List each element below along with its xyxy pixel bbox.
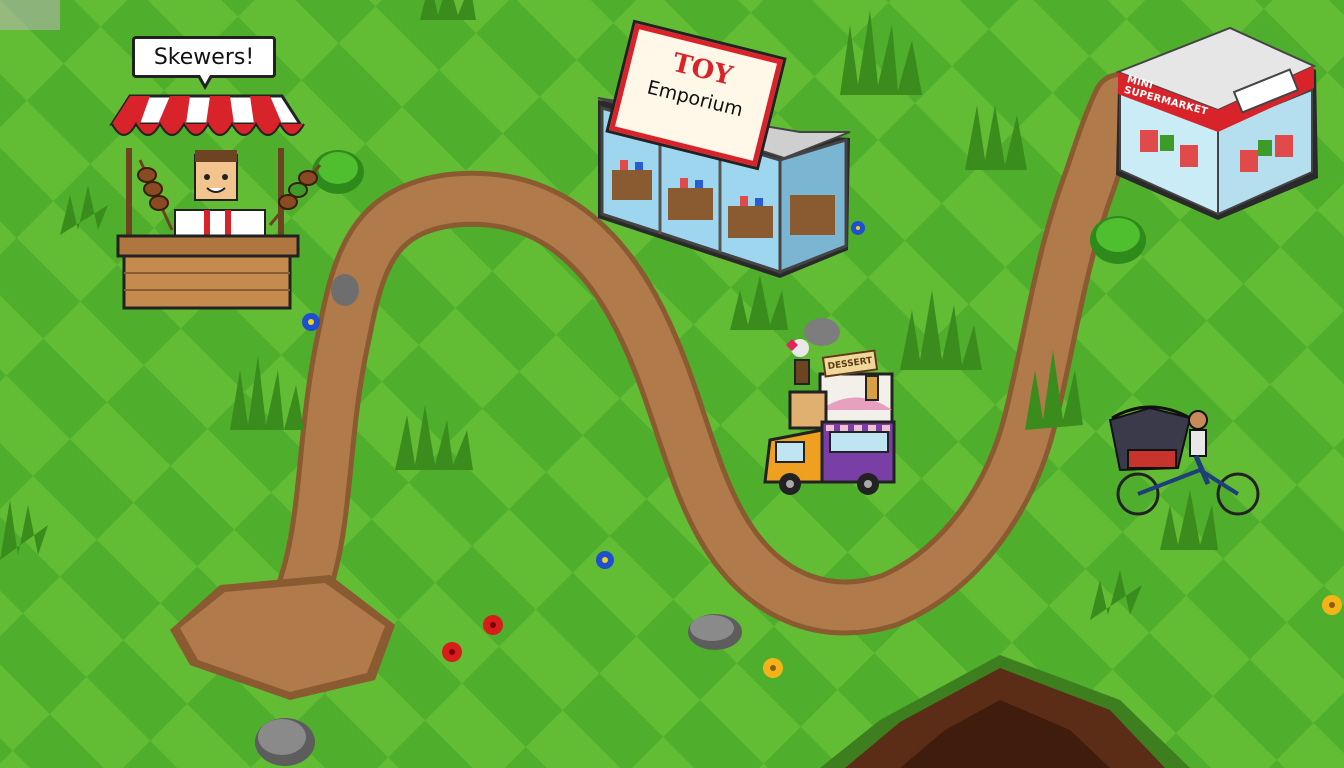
yellow-flower xyxy=(1322,595,1342,615)
yellow-flower xyxy=(763,658,783,678)
blue-flower xyxy=(596,551,614,569)
blue-flower xyxy=(302,313,320,331)
red-flower xyxy=(483,615,503,635)
stand-counter xyxy=(116,234,300,258)
speech-bubble: Skewers! xyxy=(132,36,276,78)
game-scene[interactable]: Skewers! TOY Emporium MINI SUPERMARKET D… xyxy=(0,0,1344,768)
speech-text: Skewers! xyxy=(153,44,255,70)
red-flower xyxy=(442,642,462,662)
blue-flower xyxy=(851,221,865,235)
speech-bubble-tail-fill xyxy=(200,75,210,84)
